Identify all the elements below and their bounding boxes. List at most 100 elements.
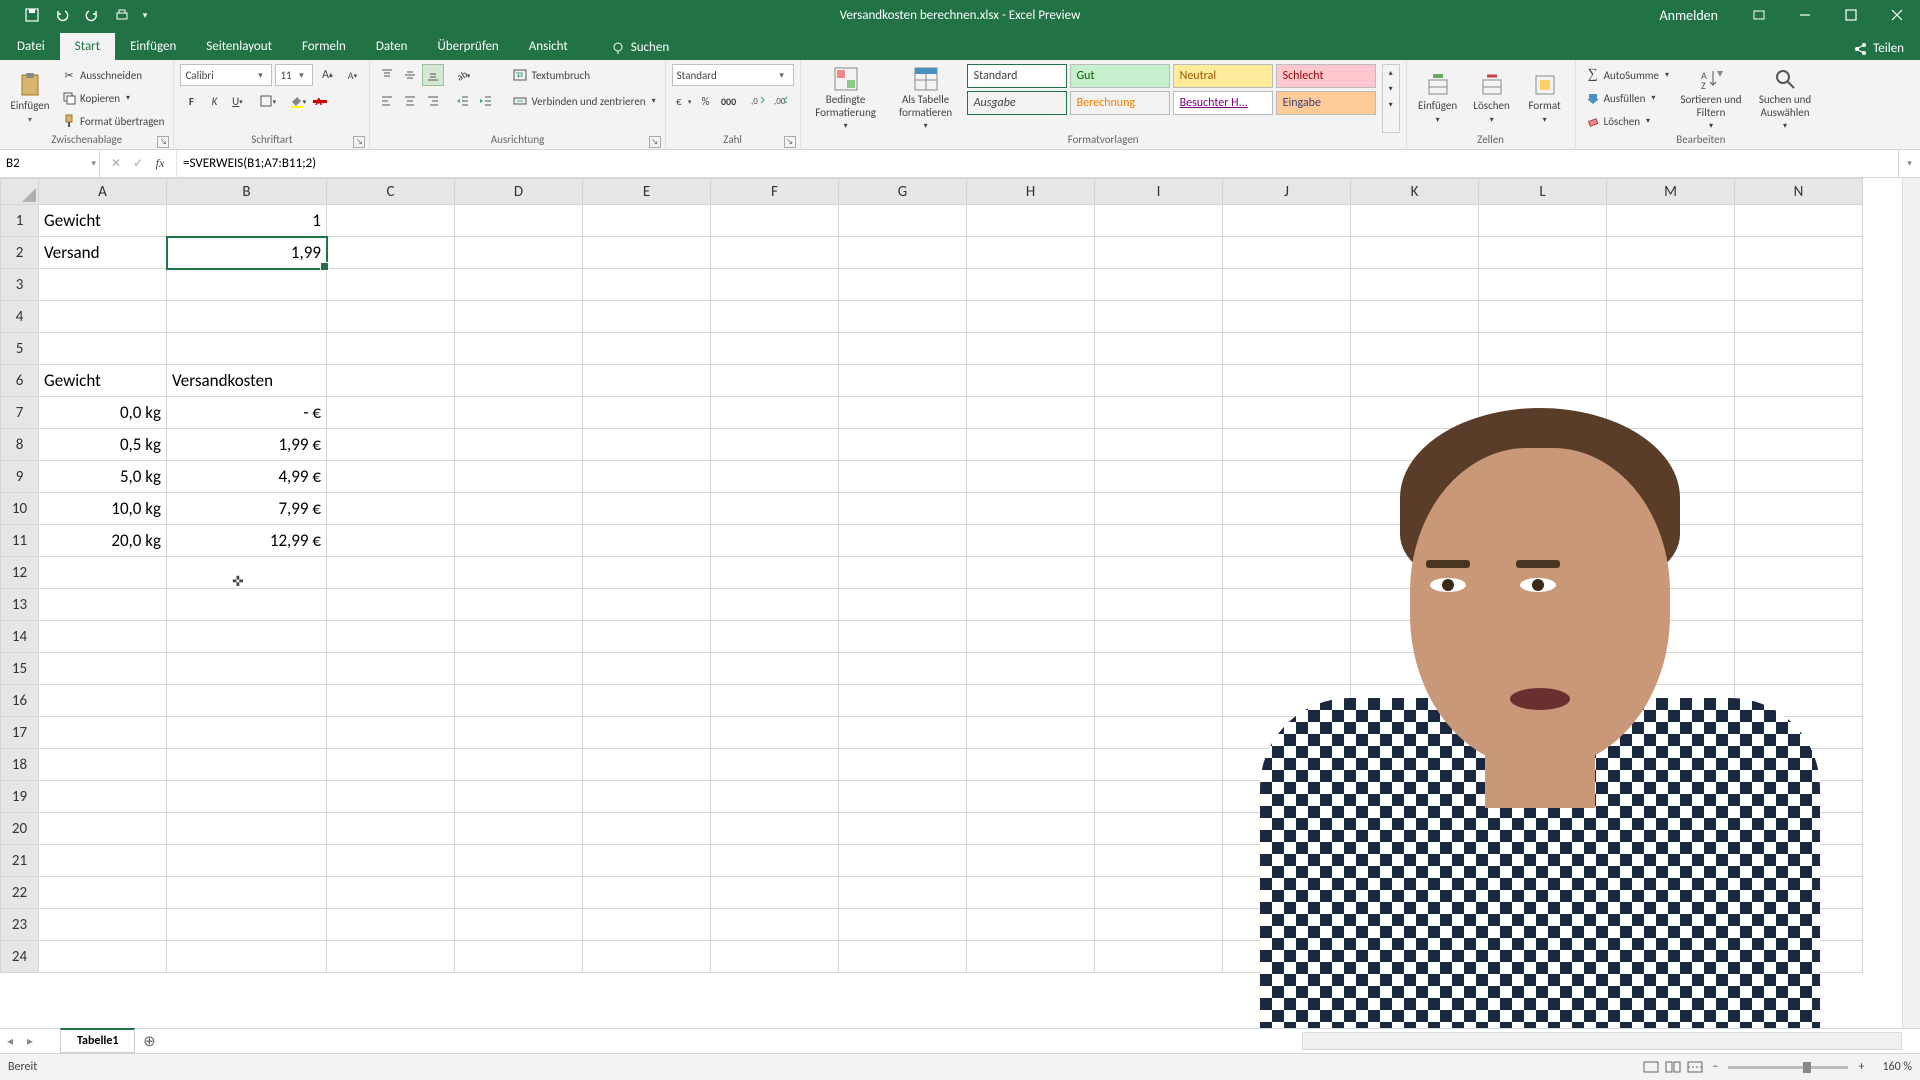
cell-M7[interactable] [1607,397,1735,429]
column-header-I[interactable]: I [1095,179,1223,205]
row-header-10[interactable]: 10 [1,493,39,525]
find-select-button[interactable]: Suchen und Auswählen▾ [1750,64,1820,133]
cell-J9[interactable] [1223,461,1351,493]
cell-M14[interactable] [1607,621,1735,653]
cell-B15[interactable] [167,653,327,685]
row-header-22[interactable]: 22 [1,877,39,909]
undo-icon[interactable] [48,4,76,26]
cell-B11[interactable]: 12,99 € [167,525,327,557]
cell-F4[interactable] [711,301,839,333]
tab-view[interactable]: Ansicht [514,33,583,60]
cell-G17[interactable] [839,717,967,749]
cell-L16[interactable] [1479,685,1607,717]
cell-J4[interactable] [1223,301,1351,333]
cell-G8[interactable] [839,429,967,461]
expand-formula-bar-icon[interactable]: ▾ [1898,150,1920,177]
cell-M18[interactable] [1607,749,1735,781]
cell-L18[interactable] [1479,749,1607,781]
cell-M10[interactable] [1607,493,1735,525]
row-header-18[interactable]: 18 [1,749,39,781]
cell-G15[interactable] [839,653,967,685]
column-header-F[interactable]: F [711,179,839,205]
column-header-G[interactable]: G [839,179,967,205]
cell-H20[interactable] [967,813,1095,845]
cell-D13[interactable] [455,589,583,621]
cell-A16[interactable] [39,685,167,717]
cell-I22[interactable] [1095,877,1223,909]
row-header-12[interactable]: 12 [1,557,39,589]
row-header-24[interactable]: 24 [1,941,39,973]
cell-A10[interactable]: 10,0 kg [39,493,167,525]
tab-file[interactable]: Datei [2,33,60,60]
cell-M1[interactable] [1607,205,1735,237]
cell-A5[interactable] [39,333,167,365]
cell-M5[interactable] [1607,333,1735,365]
cell-style-schlecht[interactable]: Schlecht [1276,64,1376,88]
cell-G10[interactable] [839,493,967,525]
cell-B19[interactable] [167,781,327,813]
cell-M11[interactable] [1607,525,1735,557]
cell-E12[interactable] [583,557,711,589]
cell-B21[interactable] [167,845,327,877]
cell-M13[interactable] [1607,589,1735,621]
cell-N13[interactable] [1735,589,1863,621]
column-header-L[interactable]: L [1479,179,1607,205]
cell-J21[interactable] [1223,845,1351,877]
cell-N17[interactable] [1735,717,1863,749]
cell-E20[interactable] [583,813,711,845]
autosum-button[interactable]: ∑AutoSumme▾ [1582,64,1672,86]
cell-E19[interactable] [583,781,711,813]
cell-L4[interactable] [1479,301,1607,333]
new-sheet-icon[interactable]: ⊕ [135,1032,163,1051]
cell-H2[interactable] [967,237,1095,269]
cell-I23[interactable] [1095,909,1223,941]
cell-C16[interactable] [327,685,455,717]
cell-N6[interactable] [1735,365,1863,397]
cell-L3[interactable] [1479,269,1607,301]
column-header-K[interactable]: K [1351,179,1479,205]
cell-C2[interactable] [327,237,455,269]
row-header-20[interactable]: 20 [1,813,39,845]
cell-I2[interactable] [1095,237,1223,269]
cell-E1[interactable] [583,205,711,237]
cell-B18[interactable] [167,749,327,781]
cell-N24[interactable] [1735,941,1863,973]
cell-I5[interactable] [1095,333,1223,365]
cell-I15[interactable] [1095,653,1223,685]
cell-N1[interactable] [1735,205,1863,237]
cell-A1[interactable]: Gewicht [39,205,167,237]
cell-F19[interactable] [711,781,839,813]
cell-G24[interactable] [839,941,967,973]
cell-D20[interactable] [455,813,583,845]
cell-B7[interactable]: - € [167,397,327,429]
cell-I19[interactable] [1095,781,1223,813]
cell-E3[interactable] [583,269,711,301]
view-pagebreak-icon[interactable] [1684,1056,1706,1078]
cell-C11[interactable] [327,525,455,557]
cell-A20[interactable] [39,813,167,845]
cell-H9[interactable] [967,461,1095,493]
cell-E11[interactable] [583,525,711,557]
cell-G7[interactable] [839,397,967,429]
cell-K22[interactable] [1351,877,1479,909]
tab-layout[interactable]: Seitenlayout [191,33,287,60]
decrease-font-icon[interactable]: A▾ [341,64,363,86]
cell-G18[interactable] [839,749,967,781]
dialog-launcher-icon[interactable]: ↘ [784,136,796,148]
cell-C6[interactable] [327,365,455,397]
styles-scroll-down-icon[interactable]: ▾ [1383,81,1399,97]
cell-K15[interactable] [1351,653,1479,685]
conditional-formatting-button[interactable]: Bedingte Formatierung▾ [807,64,885,133]
zoom-slider[interactable] [1728,1066,1848,1069]
column-header-H[interactable]: H [967,179,1095,205]
cell-A23[interactable] [39,909,167,941]
cell-M15[interactable] [1607,653,1735,685]
cell-L5[interactable] [1479,333,1607,365]
cell-G20[interactable] [839,813,967,845]
cell-E14[interactable] [583,621,711,653]
dialog-launcher-icon[interactable]: ↘ [353,136,365,148]
bold-button[interactable]: F [180,90,202,112]
underline-button[interactable]: U▾ [226,90,248,112]
cell-F23[interactable] [711,909,839,941]
cell-A22[interactable] [39,877,167,909]
